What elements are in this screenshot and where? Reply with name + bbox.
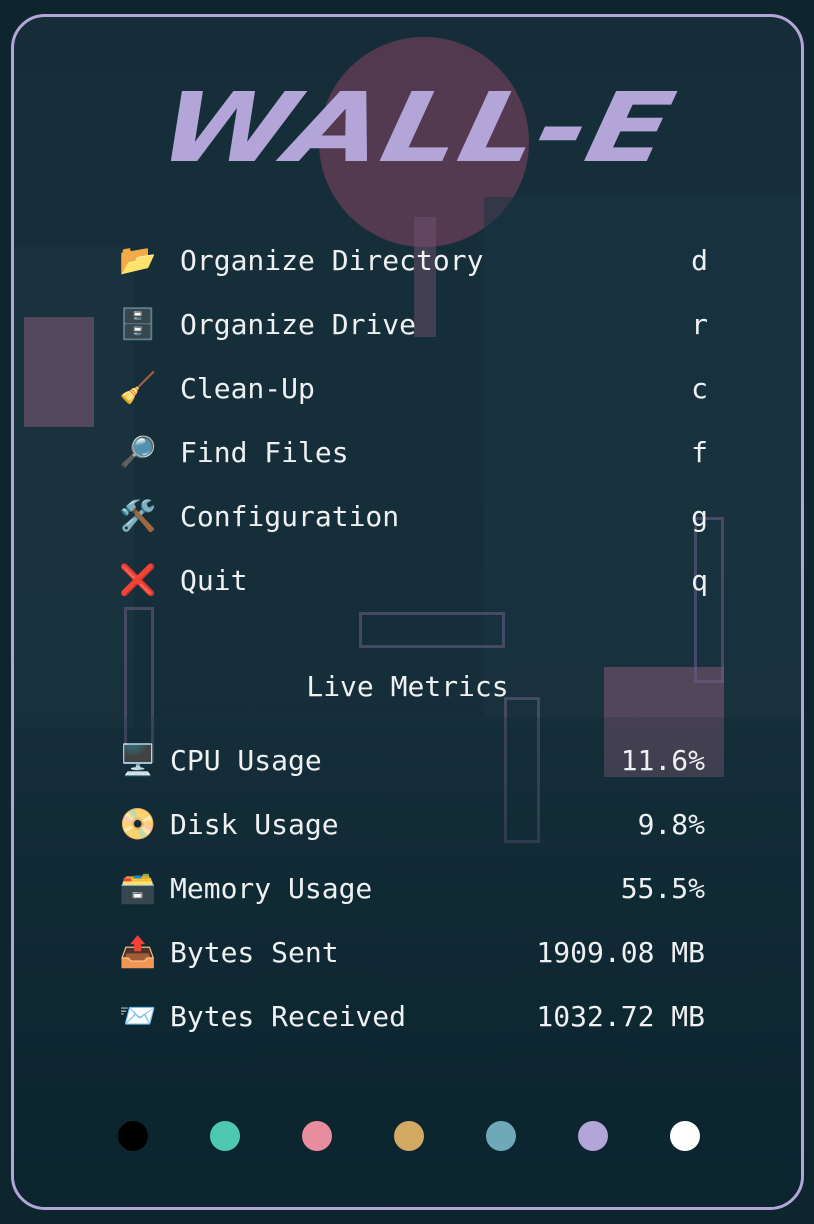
dvd-icon: 📀 xyxy=(119,807,157,842)
broom-icon: 🧹 xyxy=(119,371,157,406)
menu-item-shortcut: q xyxy=(691,564,708,597)
main-menu: 📂 Organize Directory d 🗄️ Organize Drive… xyxy=(118,237,708,621)
outbox-tray-icon: 📤 xyxy=(119,935,157,970)
metric-value: 1909.08 MB xyxy=(536,936,705,969)
background-window xyxy=(24,317,94,427)
palette-swatch-gold xyxy=(394,1121,424,1151)
menu-item-quit[interactable]: ❌ Quit q xyxy=(118,557,708,621)
metric-cpu-usage: 🖥️ CPU Usage 11.6% xyxy=(118,737,705,801)
app-logo: WALL-E xyxy=(149,77,683,177)
menu-item-label: Clean-Up xyxy=(180,372,315,405)
color-palette xyxy=(118,1121,708,1155)
metric-memory-usage: 🗃️ Memory Usage 55.5% xyxy=(118,865,705,929)
menu-item-label: Organize Directory xyxy=(180,244,484,277)
menu-item-find-files[interactable]: 🔎 Find Files f xyxy=(118,429,708,493)
incoming-envelope-icon: 📨 xyxy=(119,999,157,1034)
metric-label: Memory Usage xyxy=(170,872,373,905)
menu-item-label: Quit xyxy=(180,564,248,597)
menu-item-label: Configuration xyxy=(180,500,400,533)
menu-item-shortcut: f xyxy=(691,436,708,469)
metric-label: Bytes Sent xyxy=(170,936,339,969)
metric-label: CPU Usage xyxy=(170,744,322,777)
menu-item-organize-directory[interactable]: 📂 Organize Directory d xyxy=(118,237,708,301)
monitor-icon: 🖥️ xyxy=(119,743,157,778)
metric-label: Bytes Received xyxy=(170,1000,407,1033)
menu-item-organize-drive[interactable]: 🗄️ Organize Drive r xyxy=(118,301,708,365)
menu-item-label: Organize Drive xyxy=(180,308,417,341)
menu-item-configuration[interactable]: 🛠️ Configuration g xyxy=(118,493,708,557)
metrics-list: 🖥️ CPU Usage 11.6% 📀 Disk Usage 9.8% 🗃️ … xyxy=(118,737,705,1057)
palette-swatch-blue xyxy=(486,1121,516,1151)
tools-icon: 🛠️ xyxy=(119,499,157,534)
cross-mark-icon: ❌ xyxy=(119,563,157,598)
metrics-heading: Live Metrics xyxy=(306,670,509,703)
menu-item-shortcut: c xyxy=(691,372,708,405)
app-title: WALL-E xyxy=(149,77,683,177)
menu-item-label: Find Files xyxy=(180,436,349,469)
metric-disk-usage: 📀 Disk Usage 9.8% xyxy=(118,801,705,865)
card-file-box-icon: 🗃️ xyxy=(119,871,157,906)
magnifier-icon: 🔎 xyxy=(119,435,157,470)
metric-value: 55.5% xyxy=(620,872,705,905)
file-cabinet-icon: 🗄️ xyxy=(119,307,157,342)
palette-swatch-white xyxy=(670,1121,700,1151)
metric-label: Disk Usage xyxy=(170,808,339,841)
palette-swatch-teal xyxy=(210,1121,240,1151)
palette-swatch-purple xyxy=(578,1121,608,1151)
metric-value: 9.8% xyxy=(637,808,705,841)
metric-bytes-received: 📨 Bytes Received 1032.72 MB xyxy=(118,993,705,1057)
menu-item-shortcut: r xyxy=(691,308,708,341)
app-frame: WALL-E 📂 Organize Directory d 🗄️ Organiz… xyxy=(11,14,804,1210)
menu-item-shortcut: d xyxy=(691,244,708,277)
palette-swatch-pink xyxy=(302,1121,332,1151)
menu-item-clean-up[interactable]: 🧹 Clean-Up c xyxy=(118,365,708,429)
metric-value: 11.6% xyxy=(620,744,705,777)
metric-bytes-sent: 📤 Bytes Sent 1909.08 MB xyxy=(118,929,705,993)
metric-value: 1032.72 MB xyxy=(536,1000,705,1033)
menu-item-shortcut: g xyxy=(691,500,708,533)
open-folder-icon: 📂 xyxy=(119,243,157,278)
palette-swatch-black xyxy=(118,1121,148,1151)
